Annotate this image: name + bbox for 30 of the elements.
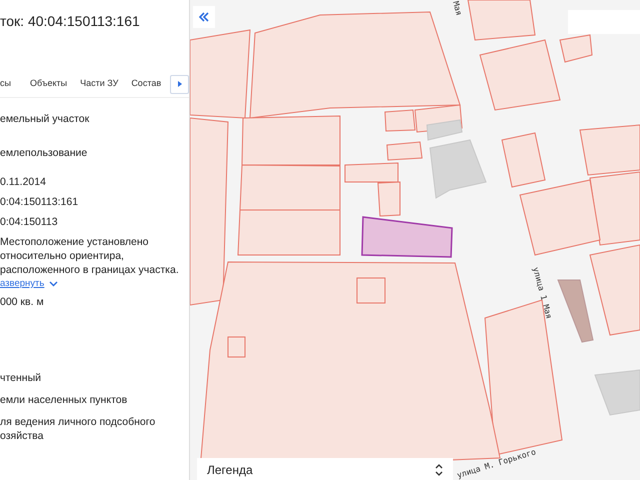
field-value: 0:04:150113:161 [0, 195, 80, 209]
field-value: 000 кв. м [0, 295, 45, 309]
field-value: 0.11.2014 [0, 175, 47, 189]
tab[interactable]: сы [0, 71, 16, 97]
tab[interactable]: Состав [126, 71, 166, 97]
selected-parcel[interactable] [361, 216, 453, 258]
legend-title: Легенда [207, 463, 253, 477]
field-value: емли населенных пунктов [0, 393, 128, 407]
field-value: емельный участок [0, 112, 90, 126]
tab[interactable]: Объекты [24, 71, 72, 97]
double-chevron-left-icon [198, 12, 210, 22]
field-value: чтенный [0, 371, 42, 385]
street-label: Мая [451, 0, 464, 16]
input-field[interactable] [568, 10, 640, 34]
parcel-title: ток: 40:04:150113:161 [0, 13, 141, 31]
chevron-down-icon [49, 280, 58, 286]
expand-link[interactable]: азвернуть [0, 278, 44, 289]
street-label: улица 1 Мая [531, 266, 554, 320]
building [557, 280, 594, 343]
tab[interactable]: Части ЗУ [75, 71, 124, 97]
scroll-right-button[interactable] [170, 74, 189, 94]
field-value: емлепользование [0, 146, 88, 160]
collapse-panel-button[interactable] [193, 6, 215, 28]
building [594, 369, 640, 416]
up-down-chevron-icon [435, 464, 443, 476]
field-value: Местоположение установлено относительно ориентира, расположенного в границах участка. [0, 235, 180, 277]
field-value: ля ведения личного подсобного озяйства [0, 415, 156, 443]
legend-panel[interactable]: Легенда [197, 458, 453, 480]
arrow-right-icon [176, 81, 182, 87]
field-value: 0:04:150113 [0, 215, 59, 229]
